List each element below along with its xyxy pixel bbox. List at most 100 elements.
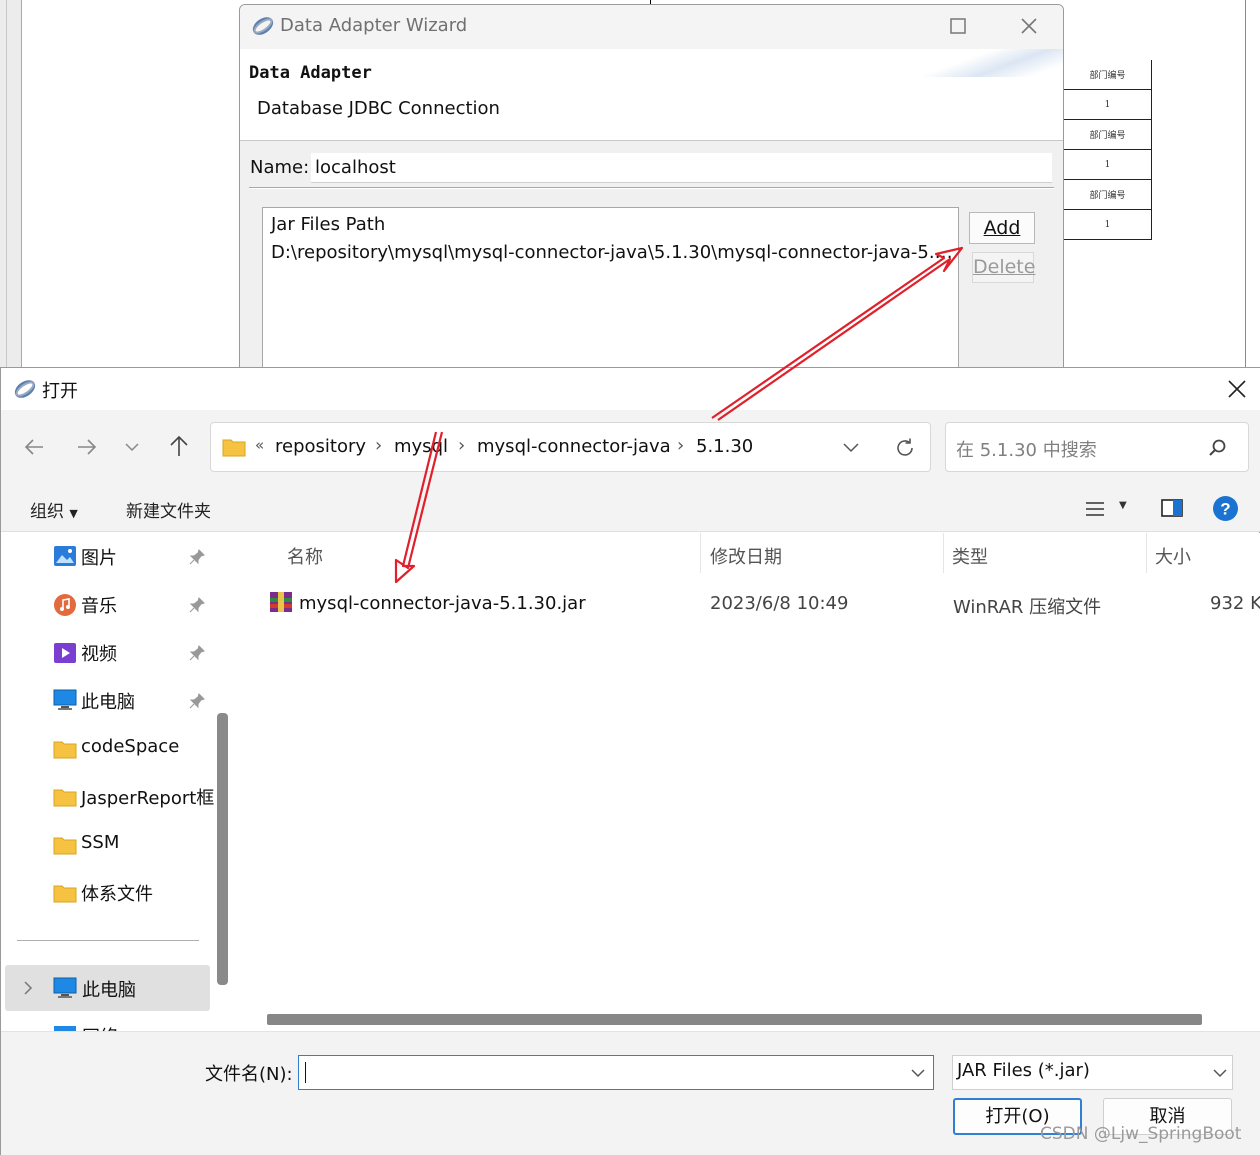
sidebar-item-label: codeSpace	[81, 736, 180, 757]
expand-chevron-icon[interactable]	[23, 980, 33, 996]
sidebar-item-label: 图片	[81, 548, 117, 569]
maximize-icon[interactable]	[950, 18, 966, 34]
organize-menu[interactable]: 组织 ▼	[30, 497, 78, 522]
breadcrumb-mysql[interactable]: mysql	[394, 436, 448, 457]
sidebar-item-label: SSM	[81, 832, 120, 853]
close-icon[interactable]	[1227, 379, 1247, 399]
folder-icon	[53, 837, 77, 855]
chevron-down-icon[interactable]	[911, 1068, 925, 1078]
filename-input[interactable]	[298, 1055, 934, 1090]
designer-panel-divider	[6, 0, 7, 370]
dialog-titlebar[interactable]: 打开	[1, 368, 1260, 410]
breadcrumb-separator: ›	[375, 435, 383, 456]
sidebar-item-label: 此电脑	[82, 980, 136, 1001]
address-history-chevron-icon[interactable]	[842, 442, 860, 454]
sidebar-item-label: 网络	[82, 1023, 118, 1031]
breadcrumb-version[interactable]: 5.1.30	[696, 436, 753, 457]
text-caret	[305, 1062, 306, 1083]
jar-files-list[interactable]: Jar Files Path D:\repository\mysql\mysql…	[262, 207, 959, 369]
table-cell: 部门编号	[1063, 120, 1152, 150]
navigation-pane: 图片 音乐 视频 此电脑 codeSpace JasperReport框 SSM…	[1, 533, 235, 1031]
add-button-label: Add	[983, 217, 1021, 239]
pin-icon[interactable]	[189, 597, 205, 613]
column-header-type[interactable]: 类型	[952, 543, 988, 569]
horizontal-scrollbar[interactable]	[267, 1014, 1202, 1025]
sidebar-item-jasperreport[interactable]: JasperReport框	[51, 781, 216, 813]
dialog-title: 打开	[42, 381, 78, 402]
up-arrow-icon[interactable]	[168, 434, 190, 458]
folder-icon	[53, 885, 77, 903]
column-header-name[interactable]: 名称	[287, 543, 323, 569]
computer-icon	[53, 689, 77, 710]
data-adapter-wizard-window: Data Adapter Wizard Data Adapter Databas…	[239, 4, 1064, 370]
screenshot-root: 部门编号 1 部门编号 1 部门编号 1 Data Adapter Wizard…	[0, 0, 1260, 1155]
file-row[interactable]: mysql-connector-java-5.1.30.jar 2023/6/8…	[235, 583, 1260, 623]
forward-arrow-icon[interactable]	[76, 436, 98, 458]
column-header-modified[interactable]: 修改日期	[710, 543, 782, 569]
folder-icon	[222, 439, 246, 457]
sidebar-scrollbar[interactable]	[217, 713, 228, 985]
jar-path-row[interactable]: D:\repository\mysql\mysql-connector-java…	[271, 242, 955, 263]
table-cell: 部门编号	[1063, 60, 1152, 90]
delete-button[interactable]: Delete	[972, 252, 1035, 283]
computer-icon	[53, 977, 77, 998]
winrar-archive-icon	[270, 592, 292, 612]
preview-pane-icon[interactable]	[1161, 498, 1183, 518]
sidebar-item-music[interactable]: 音乐	[51, 589, 216, 621]
close-icon[interactable]	[1020, 17, 1038, 35]
search-input[interactable]: 在 5.1.30 中搜索	[945, 422, 1249, 472]
app-logo-icon	[252, 17, 274, 35]
sidebar-item-label: 音乐	[81, 596, 117, 617]
wizard-titlebar[interactable]: Data Adapter Wizard	[240, 5, 1063, 49]
designer-right-edge	[1245, 0, 1246, 370]
svg-text:?: ?	[1220, 500, 1230, 519]
music-icon	[54, 594, 76, 616]
column-header-size[interactable]: 大小	[1155, 543, 1191, 569]
dropdown-caret-icon: ▼	[69, 507, 78, 520]
breadcrumb-overflow[interactable]: «	[255, 436, 264, 454]
recent-locations-chevron-icon[interactable]	[124, 441, 140, 453]
sidebar-item-this-pc[interactable]: 此电脑	[51, 685, 216, 717]
sidebar-tree-network[interactable]: 网络	[5, 1023, 210, 1031]
view-options-caret-icon[interactable]: ▼	[1119, 500, 1127, 511]
designer-left-panel	[0, 0, 22, 370]
header-decoration	[915, 49, 1063, 77]
help-icon[interactable]: ?	[1212, 495, 1239, 522]
new-folder-button[interactable]: 新建文件夹	[126, 497, 211, 522]
pictures-icon	[54, 546, 76, 566]
pin-icon[interactable]	[189, 693, 205, 709]
table-cell: 部门编号	[1063, 180, 1152, 210]
name-input[interactable]: localhost	[311, 153, 1052, 183]
column-separator[interactable]	[943, 533, 944, 573]
command-bar: 组织 ▼ 新建文件夹 ▼ ?	[1, 486, 1260, 532]
sidebar-divider	[17, 940, 199, 941]
breadcrumb-mysql-connector-java[interactable]: mysql-connector-java	[477, 436, 671, 457]
view-options-icon[interactable]	[1084, 500, 1106, 518]
search-icon[interactable]	[1208, 438, 1228, 458]
sidebar-item-system-files[interactable]: 体系文件	[51, 877, 216, 909]
add-button[interactable]: Add	[969, 212, 1035, 244]
sidebar-item-pictures[interactable]: 图片	[51, 541, 216, 573]
back-arrow-icon[interactable]	[23, 436, 45, 458]
table-cell: 1	[1063, 90, 1152, 120]
wizard-subheading: Database JDBC Connection	[257, 98, 500, 119]
sidebar-item-codespace[interactable]: codeSpace	[51, 733, 216, 765]
column-separator[interactable]	[1146, 533, 1147, 573]
filename-label: 文件名(N):	[205, 1064, 293, 1085]
refresh-icon[interactable]	[894, 437, 916, 459]
wizard-heading: Data Adapter	[249, 63, 372, 83]
breadcrumb-repository[interactable]: repository	[275, 436, 366, 457]
sidebar-item-label: 此电脑	[81, 692, 135, 713]
column-separator[interactable]	[700, 533, 701, 573]
pin-icon[interactable]	[189, 549, 205, 565]
sidebar-tree-this-pc[interactable]: 此电脑	[5, 965, 210, 1011]
pin-icon[interactable]	[189, 645, 205, 661]
breadcrumb-separator: ›	[677, 435, 685, 456]
chevron-down-icon[interactable]	[1213, 1068, 1227, 1078]
breadcrumb-separator: ›	[458, 435, 466, 456]
filetype-select[interactable]: JAR Files (*.jar)	[952, 1055, 1233, 1090]
sidebar-item-ssm[interactable]: SSM	[51, 829, 216, 861]
sidebar-item-videos[interactable]: 视频	[51, 637, 216, 669]
app-logo-icon	[14, 380, 36, 398]
address-bar[interactable]: « repository › mysql › mysql-connector-j…	[210, 422, 931, 472]
